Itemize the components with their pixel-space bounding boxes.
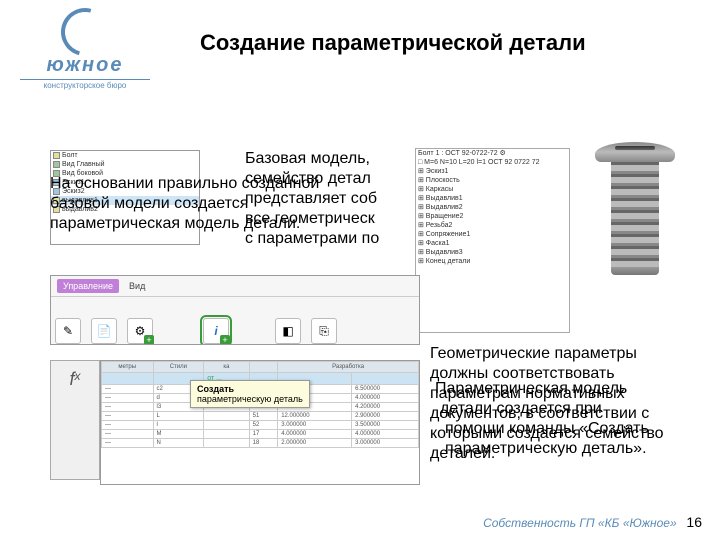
tree-item[interactable]: ⊞ Каркасы bbox=[416, 185, 569, 194]
tree-item[interactable]: ⊞ Конец детали bbox=[416, 257, 569, 266]
tree-item[interactable]: ⊞ Вращение2 bbox=[416, 212, 569, 221]
body-text: представляет соб bbox=[245, 190, 415, 208]
tool-button[interactable]: ◧ bbox=[275, 318, 301, 344]
tool-button[interactable]: ⚙+ bbox=[127, 318, 153, 344]
brand-logo: южное конструкторское бюро bbox=[20, 8, 150, 108]
logo-subtitle: конструкторское бюро bbox=[20, 79, 150, 90]
ribbon-panel: Управление Вид ✎ 📄 ⚙+ i+ ◧ ⎘ bbox=[50, 275, 420, 345]
tree-item[interactable]: ⊞ Сопряжение1 bbox=[416, 230, 569, 239]
tool-button[interactable]: 📄 bbox=[91, 318, 117, 344]
slide-title: Создание параметрической детали bbox=[200, 30, 690, 56]
tree-item[interactable]: ⊞ Выдавлив3 bbox=[416, 248, 569, 257]
ribbon-tab-view[interactable]: Вид bbox=[123, 279, 151, 293]
tree-item[interactable]: ⊞ Выдавлив2 bbox=[416, 203, 569, 212]
tree-item[interactable]: ⊞ Резьба2 bbox=[416, 221, 569, 230]
feature-tree-panel-right: Болт 1 : ОСТ 92‑0722‑72 ⚙ □ M=6 N=10 L=2… bbox=[415, 148, 570, 333]
body-text: базовой модели создается bbox=[50, 195, 248, 213]
table-row[interactable]: —M174.0000004.000000 bbox=[102, 430, 419, 439]
tooltip-body: параметрическую деталь bbox=[197, 394, 303, 404]
tree-item[interactable]: ⊞ Плоскость bbox=[416, 176, 569, 185]
tree-item[interactable]: ⊞ Выдавлив1 bbox=[416, 194, 569, 203]
tooltip-title: Создать bbox=[197, 384, 303, 394]
parameters-table-panel: метрыСтиликаРазработка от ... —c2164.000… bbox=[100, 360, 420, 485]
footer-copyright: Собственность ГП «КБ «Южное» bbox=[483, 516, 690, 530]
body-text: деталей. bbox=[430, 445, 700, 463]
tree-item[interactable]: Болт bbox=[51, 151, 199, 160]
tree-item[interactable]: Болт 1 : ОСТ 92‑0722‑72 ⚙ bbox=[416, 149, 569, 158]
table-row[interactable]: —L5112.0000002.900000 bbox=[102, 412, 419, 421]
create-parametric-part-button[interactable]: i+ bbox=[203, 318, 229, 344]
page-number: 16 bbox=[686, 514, 702, 530]
body-text: Геометрические параметры bbox=[430, 345, 700, 363]
tree-item[interactable]: Вид Главный bbox=[51, 160, 199, 169]
tree-item[interactable]: ⊞ Эскиз1 bbox=[416, 167, 569, 176]
tool-button[interactable]: ⎘ bbox=[311, 318, 337, 344]
table-header-row: метрыСтиликаРазработка bbox=[102, 362, 419, 373]
logo-word: южное bbox=[20, 54, 150, 77]
table-row[interactable]: —l523.0000003.500000 bbox=[102, 421, 419, 430]
tooltip: Создать параметрическую деталь bbox=[190, 380, 310, 408]
screw-render bbox=[590, 142, 680, 275]
tool-button[interactable]: ✎ bbox=[55, 318, 81, 344]
body-text: Базовая модель, bbox=[245, 150, 425, 168]
ribbon-tab-manage[interactable]: Управление bbox=[57, 279, 119, 293]
table-row[interactable]: —N182.0000003.000000 bbox=[102, 439, 419, 448]
fx-panel: fx bbox=[50, 360, 100, 480]
tree-item[interactable]: □ M=6 N=10 L=20 l=1 ОСТ 92 0722 72 bbox=[416, 158, 569, 167]
body-text: с параметрами по bbox=[245, 230, 415, 248]
tree-item[interactable]: ⊞ Фаска1 bbox=[416, 239, 569, 248]
